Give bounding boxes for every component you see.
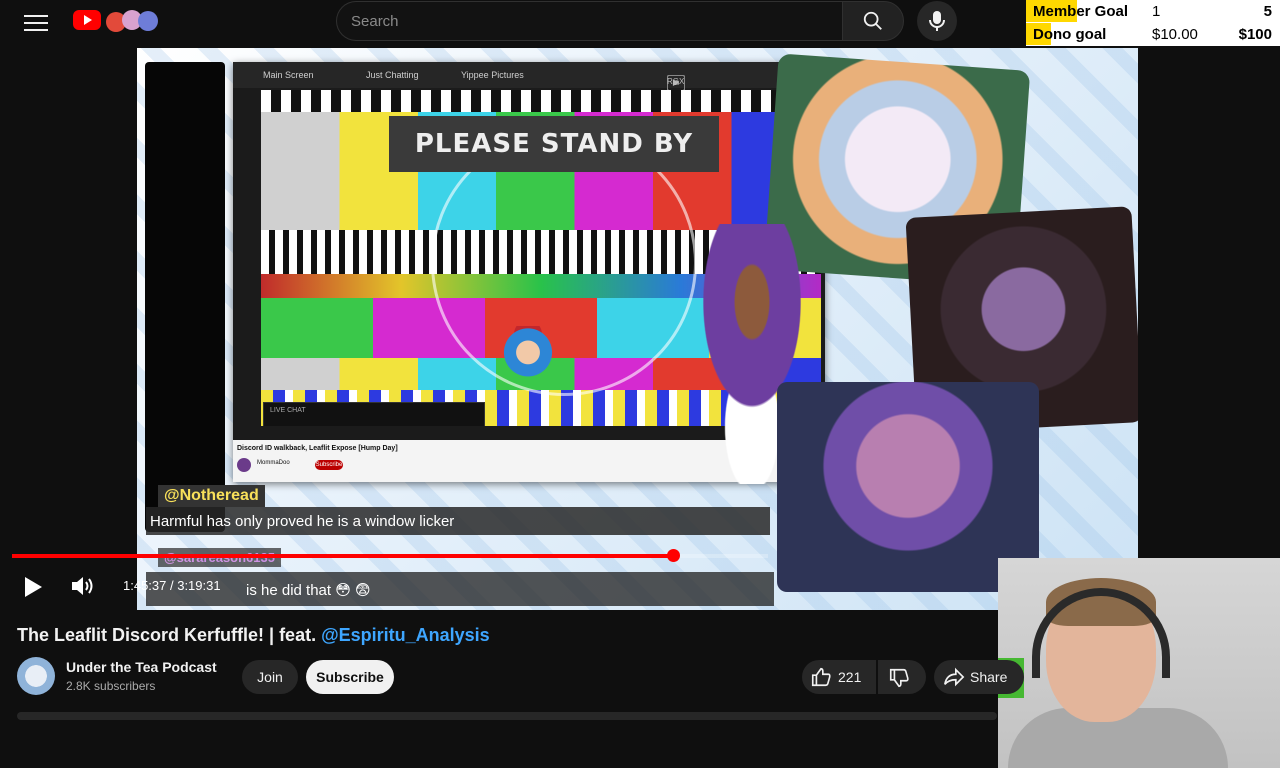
- seek-bar-handle[interactable]: [666, 549, 680, 562]
- stream-tab-row: Main Screen Just Chatting Yippee Picture…: [233, 62, 825, 91]
- like-button[interactable]: 221: [802, 660, 876, 694]
- mini-character-art: [493, 326, 563, 392]
- play-button[interactable]: [22, 575, 44, 604]
- chat-message-text: is he did that 😳 😨: [246, 582, 371, 599]
- youtube-logo-icon[interactable]: [73, 10, 101, 30]
- member-goal-current: 1: [1152, 3, 1161, 20]
- member-goal-row: Member Goal 1 5: [1026, 0, 1280, 22]
- search-placeholder: Search: [351, 13, 399, 30]
- volume-icon: [72, 577, 93, 595]
- dislike-button[interactable]: [878, 660, 926, 694]
- stream-tab-main: Main Screen: [263, 70, 314, 80]
- share-button[interactable]: Share: [934, 660, 1024, 694]
- inner-subscribe-button: Subscribe: [315, 460, 343, 470]
- black-panel: [145, 62, 225, 532]
- member-goal-target: 5: [1263, 3, 1272, 20]
- member-goal-label: Member Goal: [1033, 3, 1129, 20]
- chat-message: is he did that 😳 😨: [146, 572, 774, 606]
- channel-name[interactable]: Under the Tea Podcast: [66, 659, 217, 675]
- time-display: 1:45:37 / 3:19:31: [123, 578, 221, 593]
- video-title: The Leaflit Discord Kerfuffle! | feat. @…: [17, 625, 490, 646]
- title-mention-link[interactable]: @Espiritu_Analysis: [321, 625, 490, 645]
- search-icon: [863, 11, 882, 30]
- goals-overlay: Member Goal 1 5 Dono goal $10.00 $100: [1026, 0, 1280, 46]
- play-icon: [25, 577, 42, 597]
- channel-logo-art: [104, 8, 166, 32]
- inner-channel-name: MommaDoo: [257, 460, 290, 466]
- description-box-edge: [17, 712, 997, 720]
- like-count: 221: [838, 669, 862, 685]
- channel-avatar[interactable]: [17, 657, 55, 695]
- video-player[interactable]: Main Screen Just Chatting Yippee Picture…: [0, 48, 1280, 768]
- rgx-label: RGX: [667, 77, 685, 86]
- dono-goal-label: Dono goal: [1033, 26, 1107, 43]
- video-title-text: The Leaflit Discord Kerfuffle! | feat.: [17, 625, 322, 645]
- streamer-webcam: [998, 558, 1280, 768]
- standby-banner: PLEASE STAND BY: [389, 116, 719, 172]
- test-card-top-band: [261, 90, 821, 112]
- microphone-icon: [929, 11, 945, 31]
- dono-goal-current: $10.00: [1152, 26, 1198, 43]
- inner-video-title: Discord ID walkback, Leaflit Expose [Hum…: [237, 445, 398, 452]
- share-icon: [944, 667, 965, 687]
- seek-bar[interactable]: [12, 549, 768, 562]
- share-label: Share: [970, 669, 1008, 685]
- inner-live-chat: LIVE CHAT: [263, 402, 485, 426]
- search-input[interactable]: Search: [336, 1, 842, 41]
- subscribe-button[interactable]: Subscribe: [306, 660, 394, 694]
- thumbs-down-icon: [889, 668, 909, 688]
- dono-goal-row: Dono goal $10.00 $100: [1026, 23, 1280, 45]
- thumbs-up-icon: [811, 667, 831, 687]
- menu-icon[interactable]: [24, 12, 48, 32]
- stream-tab-chatting: Just Chatting: [366, 70, 419, 80]
- search-button[interactable]: [842, 1, 904, 41]
- volume-button[interactable]: [70, 574, 96, 603]
- voice-search-button[interactable]: [917, 1, 957, 41]
- chat-message-text: Harmful has only proved he is a window l…: [150, 513, 455, 530]
- chat-username: @Notheread: [158, 485, 265, 507]
- join-button[interactable]: Join: [242, 660, 298, 694]
- inner-channel-avatar: [237, 458, 251, 472]
- dono-goal-target: $100: [1238, 26, 1272, 43]
- seek-bar-played: [12, 554, 673, 558]
- chat-message: Harmful has only proved he is a window l…: [146, 507, 770, 535]
- inner-live-chat-label: LIVE CHAT: [270, 407, 306, 414]
- subscriber-count: 2.8K subscribers: [66, 679, 156, 693]
- stream-tab-pictures: Yippee Pictures: [461, 70, 524, 80]
